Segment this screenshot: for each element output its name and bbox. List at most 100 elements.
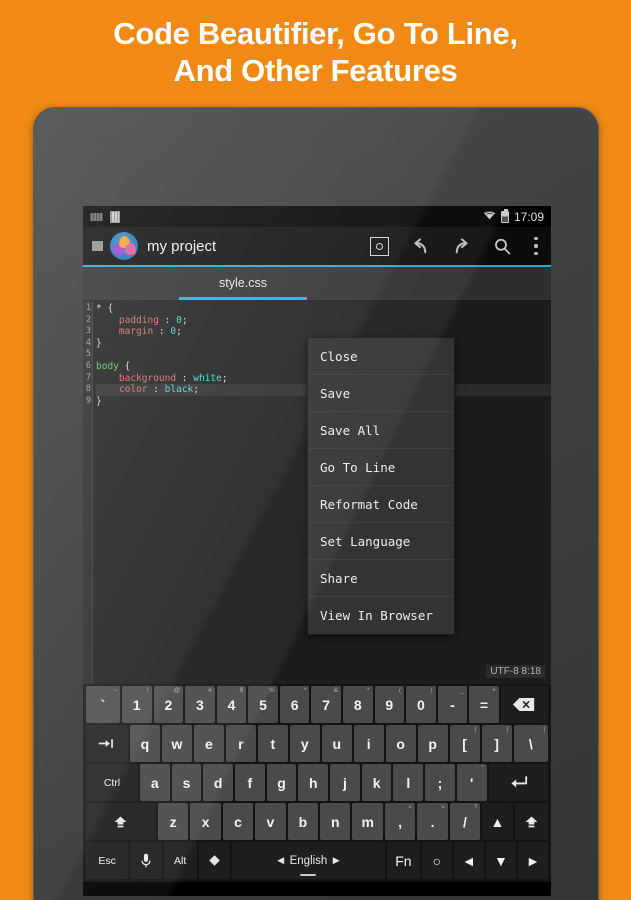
key-enter-icon[interactable] [488, 764, 548, 801]
key-char-Esc[interactable]: Esc [86, 842, 129, 879]
key-shift-icon[interactable] [86, 803, 156, 840]
key-char-x[interactable]: x [190, 803, 221, 840]
key-char-;[interactable]: :; [425, 764, 455, 801]
key-backspace-icon[interactable] [500, 686, 549, 723]
key-char-8[interactable]: * 8 [342, 686, 373, 723]
key-char-h[interactable]: h [298, 764, 329, 801]
kebab-menu-icon[interactable] [534, 237, 538, 255]
key-char-.[interactable]: >. [417, 803, 448, 840]
key-char-4[interactable]: $4 [216, 686, 247, 723]
hamburger-icon[interactable] [92, 241, 103, 251]
key-label: i [366, 735, 371, 752]
key-label: u [332, 735, 342, 752]
key-char-l[interactable]: l [393, 764, 424, 801]
key-char-r[interactable]: r [225, 725, 256, 762]
key-shift-label: ) [430, 687, 433, 694]
key-microphone-icon[interactable] [130, 842, 162, 879]
tab-style-css[interactable]: style.css [179, 266, 307, 300]
redo-arrow-icon[interactable] [452, 237, 471, 256]
key-char-e[interactable]: e [193, 725, 224, 762]
key-char-0[interactable]: ) 0 [406, 686, 436, 723]
key-char-`[interactable]: ~ ` [86, 686, 120, 723]
key-char-2[interactable]: @2 [153, 686, 184, 723]
key-char-v[interactable]: v [255, 803, 286, 840]
key-char-w[interactable]: w [161, 725, 192, 762]
line-number: 9 [85, 395, 91, 406]
key-char--[interactable]: _ - [437, 686, 468, 723]
key-char-Ctrl[interactable]: Ctrl [86, 764, 138, 801]
search-icon[interactable] [493, 237, 512, 256]
key-char-7[interactable]: & 7 [311, 686, 341, 723]
gear-in-square-icon[interactable] [370, 236, 389, 256]
menu-item-close[interactable]: Close [308, 338, 454, 375]
key-arrow-up-icon[interactable]: ▲ [482, 803, 513, 840]
menu-item-go-to-line[interactable]: Go To Line [308, 449, 454, 486]
key-char-q[interactable]: q [129, 725, 160, 762]
key-char-m[interactable]: m [352, 803, 383, 840]
key-char-a[interactable]: a [139, 764, 170, 801]
key-label: n [330, 813, 340, 830]
key-spacebar[interactable]: ◄ English ► [231, 842, 385, 879]
key-char-3[interactable]: #3 [185, 686, 215, 723]
key-shift-label: > [440, 804, 445, 811]
key-char-'[interactable]: " ' [456, 764, 487, 801]
key-char-Alt[interactable]: Alt [163, 842, 197, 879]
code-line[interactable]: padding : 0; [96, 315, 551, 327]
key-char-y[interactable]: y [289, 725, 320, 762]
key-label: z [169, 813, 177, 830]
tablet-device-frame: 17:09 my project style.css 1 2 3 4 5 6 7… [33, 107, 599, 900]
app-logo-icon[interactable] [110, 232, 138, 260]
backspace-icon [512, 697, 536, 712]
key-char-z[interactable]: z [157, 803, 189, 840]
menu-item-share[interactable]: Share [308, 560, 454, 597]
key-arrow-left-icon[interactable]: ◄ [453, 842, 484, 879]
undo-arrow-icon[interactable] [411, 237, 430, 256]
key-char-\[interactable]: | \ [513, 725, 549, 762]
key-char-Fn[interactable]: Fn [386, 842, 420, 879]
key-arrow-right-icon[interactable]: ► [517, 842, 549, 879]
key-char-d[interactable]: d [203, 764, 234, 801]
code-line[interactable]: * { [96, 303, 551, 315]
menu-item-save[interactable]: Save [308, 375, 454, 412]
key-char-i[interactable]: i [353, 725, 384, 762]
key-shift-icon[interactable] [514, 803, 549, 840]
menu-item-reformat-code[interactable]: Reformat Code [308, 486, 454, 523]
code-token: ; [193, 384, 199, 396]
key-symbols-icon[interactable] [198, 842, 230, 879]
key-char-o[interactable]: o [385, 725, 416, 762]
key-char-u[interactable]: u [321, 725, 352, 762]
shift-row: z x c v b n m <, >.? / ▲ [86, 803, 549, 840]
key-char-1[interactable]: ! 1 [122, 686, 152, 723]
key-circle-icon[interactable]: ○ [421, 842, 452, 879]
key-char-s[interactable]: s [171, 764, 202, 801]
code-editor[interactable]: 123456789 * { padding : 0; margin : 0;} … [83, 301, 551, 684]
key-char-g[interactable]: g [266, 764, 297, 801]
key-char-[[interactable]: {[ [449, 725, 480, 762]
key-label: ▼ [493, 852, 508, 869]
key-char-][interactable]: }] [481, 725, 512, 762]
menu-item-set-language[interactable]: Set Language [308, 523, 454, 560]
key-char-c[interactable]: c [222, 803, 254, 840]
key-char-5[interactable]: % 5 [248, 686, 278, 723]
key-char-f[interactable]: f [235, 764, 265, 801]
key-char-6[interactable]: ^ 6 [279, 686, 310, 723]
key-label: x [201, 813, 210, 830]
key-char-n[interactable]: n [320, 803, 351, 840]
menu-item-view-in-browser[interactable]: View In Browser [308, 597, 454, 634]
key-arrow-down-icon[interactable]: ▼ [485, 842, 516, 879]
key-char-k[interactable]: k [361, 764, 392, 801]
key-char-t[interactable]: t [257, 725, 288, 762]
overflow-popup-menu[interactable]: Close Save Save All Go To Line Reformat Code… [307, 337, 455, 635]
soft-keyboard[interactable]: ~ `! 1 @2 #3 $4% 5 ^ 6 & 7 * 8(9) 0 _ - + = q w e r t y u i o p{[}]… [83, 684, 551, 882]
menu-item-save-all[interactable]: Save All [308, 412, 454, 449]
key-tab-icon[interactable] [86, 725, 128, 762]
code-token: : [153, 326, 171, 338]
key-char-=[interactable]: + = [469, 686, 499, 723]
key-char-j[interactable]: j [330, 764, 360, 801]
key-char-/[interactable]: ? / [449, 803, 481, 840]
code-token: * { [96, 303, 114, 314]
key-char-9[interactable]: (9 [374, 686, 405, 723]
key-char-p[interactable]: p [417, 725, 448, 762]
key-char-,[interactable]: <, [384, 803, 416, 840]
key-char-b[interactable]: b [287, 803, 319, 840]
